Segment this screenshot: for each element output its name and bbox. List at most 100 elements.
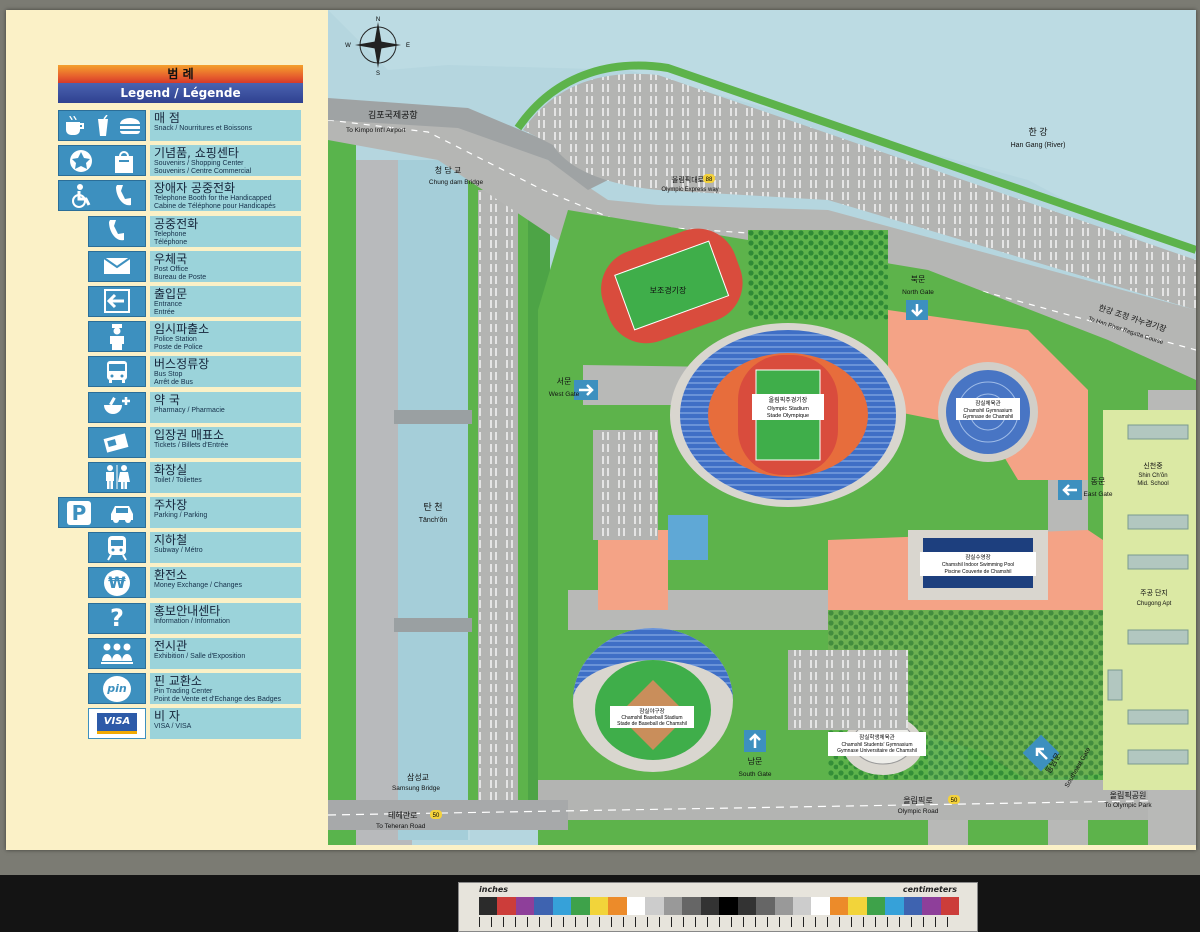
legend-item: 우체국 Post Office Bureau de Poste (58, 249, 303, 284)
legend-item: 임시파출소 Police Station Poste de Police (58, 319, 303, 354)
visa-icon: VISA (88, 708, 146, 740)
river-label-en: Han Gang (River) (1011, 142, 1066, 149)
legend-item: ₩ 환전소 Money Exchange / Changes (58, 565, 303, 600)
information-icon: ? (88, 602, 146, 634)
warm-up-field-label: 보조경기장 (650, 285, 687, 295)
pool-label-en: Chamshil Indoor Swimming Pool (942, 562, 1014, 568)
legend-label: 임시파출소 Police Station Poste de Police (150, 321, 301, 353)
compass-north: N (376, 17, 380, 23)
post-office-icon (88, 250, 146, 282)
north-gate-ko: 북문 (911, 275, 926, 284)
stadium-label-en: Olympic Stadium (767, 406, 809, 412)
school-label-ko: 신천중 (1143, 461, 1163, 470)
subway-icon (88, 532, 146, 564)
gym-label-fr: Gymnase de Chamshil (963, 414, 1014, 420)
students-label-ko: 잠실학생체육관 (859, 733, 894, 741)
legend-label: 비 자 VISA / VISA (150, 708, 301, 740)
legend-label: 핀 교환소 Pin Trading Center Point de Vente et… (150, 673, 301, 704)
snack-icon (58, 110, 146, 141)
question-mark: ? (110, 604, 124, 633)
stream-crossing (394, 618, 472, 632)
legend-label: 홍보안내센타 Information / Information (150, 602, 301, 634)
olympic-road-en: Olympic Road (898, 808, 939, 815)
apartment-label-en: Chugong Apt (1137, 601, 1172, 607)
east-gate-ko: 동문 (1091, 477, 1106, 486)
baseball-label-ko: 잠실야구장 (639, 707, 664, 715)
legend-item: 전시관 Exhibition / Salle d'Exposition (58, 636, 303, 671)
legend-item: 버스정류장 Bus Stop Arrêt de Bus (58, 354, 303, 389)
chamshil-baseball-stadium (573, 628, 733, 772)
tanchon-label-ko: 탄 천 (423, 502, 442, 512)
legend-item: 출입문 Entrance Entrée (58, 284, 303, 319)
school-label-en1: Shin Ch'ŏn (1138, 473, 1167, 479)
legend-title-english: Legend / Légende (58, 83, 303, 103)
west-parking-lot (593, 430, 658, 540)
parking-icon: P (58, 497, 146, 529)
legend-item: 입장권 매표소 Tickets / Billets d'Entrée (58, 425, 303, 460)
ticket-icon (88, 426, 146, 458)
compass-west: W (345, 43, 351, 49)
expressway-label-en: Olympic Express way (661, 187, 718, 193)
legend-list: 매 점 Snack / Nourritures et Boissons 기념품, … (58, 108, 303, 741)
scale-inches-label: inches (479, 885, 509, 894)
pharmacy-icon (88, 391, 146, 423)
legend-item: 매 점 Snack / Nourritures et Boissons (58, 108, 303, 143)
legend-label: 매 점 Snack / Nourritures et Boissons (150, 110, 301, 141)
telephone-icon (88, 215, 146, 247)
legend-item: pin 핀 교환소 Pin Trading Center Point de Vent… (58, 671, 303, 706)
south-gate-en: South Gate (739, 771, 772, 778)
samsung-bridge-en: Samsung Bridge (392, 785, 440, 792)
plaza-west (598, 530, 668, 610)
chungdam-bridge-en: Chung dam Bridge (429, 179, 484, 186)
legend-item: VISA 비 자 VISA / VISA (58, 706, 303, 741)
legend-item: P 주차장 Parking / Parking (58, 495, 303, 530)
chungdam-bridge-ko: 청 담 교 (435, 165, 462, 175)
legend-title-korean: 범 례 (58, 65, 303, 83)
toilet-icon (88, 461, 146, 493)
scale-centimeters-label: centimeters (902, 885, 957, 894)
tanchon-label-en: Tānch'ŏn (419, 517, 448, 524)
won-symbol: ₩ (104, 569, 130, 596)
olympic-road (538, 780, 1196, 820)
teheran-route-number: 50 (433, 813, 440, 819)
fountain-pool (668, 515, 708, 560)
school-label-en2: Mid. School (1137, 481, 1168, 487)
samsung-bridge-ko: 삼성교 (407, 772, 429, 782)
stream-crossing (394, 410, 472, 424)
legend-item: 화장실 Toilet / Toilettes (58, 460, 303, 495)
ruler-ticks (479, 917, 959, 927)
compass-east: E (406, 43, 410, 49)
legend-item: 지하철 Subway / Métro (58, 530, 303, 565)
riverside-parking (478, 190, 518, 820)
legend-label: 장애자 공중전화 Telephone Booth for the Handicap… (150, 180, 301, 212)
legend-label: 환전소 Money Exchange / Changes (150, 567, 301, 599)
legend-label: 약 국 Pharmacy / Pharmacie (150, 391, 301, 423)
south-parking-lot (788, 650, 908, 730)
east-gate-en: East Gate (1084, 491, 1113, 498)
bus-icon (88, 356, 146, 388)
legend-label: 출입문 Entrance Entrée (150, 285, 301, 317)
pin-icon: pin (88, 673, 146, 704)
legend-label: 화장실 Toilet / Toilettes (150, 461, 301, 493)
teheran-label-en: To Teheran Road (376, 823, 426, 830)
pool-label-ko: 잠실수영장 (965, 553, 990, 561)
expressway-label-ko: 올림픽대로 (672, 175, 705, 184)
legend-label: 공중전화 Telephone Téléphone (150, 215, 301, 247)
legend-item: 공중전화 Telephone Téléphone (58, 214, 303, 249)
olympic-park-ko: 올림픽공원 (1110, 790, 1147, 800)
police-icon (88, 321, 146, 353)
color-swatches (479, 897, 960, 915)
teheran-label-ko: 테헤란로 (388, 810, 417, 820)
legend-item: 기념품, 쇼핑센타 Souvenirs / Shopping Center Souv… (58, 143, 303, 178)
teheran-road (328, 800, 568, 830)
river-label-ko: 한 강 (1028, 127, 1047, 137)
west-gate-en: West Gate (549, 391, 580, 398)
stadium-label-fr: Stade Olympique (767, 413, 809, 419)
legend-item: 장애자 공중전화 Telephone Booth for the Handicap… (58, 178, 303, 213)
north-garden (748, 230, 888, 320)
money-exchange-icon: ₩ (88, 567, 146, 599)
legend-label: 지하철 Subway / Métro (150, 532, 301, 564)
visa-card-text: VISA (97, 713, 137, 735)
gym-label-ko: 잠실체육관 (975, 399, 1000, 407)
pin-badge-text: pin (103, 675, 131, 702)
